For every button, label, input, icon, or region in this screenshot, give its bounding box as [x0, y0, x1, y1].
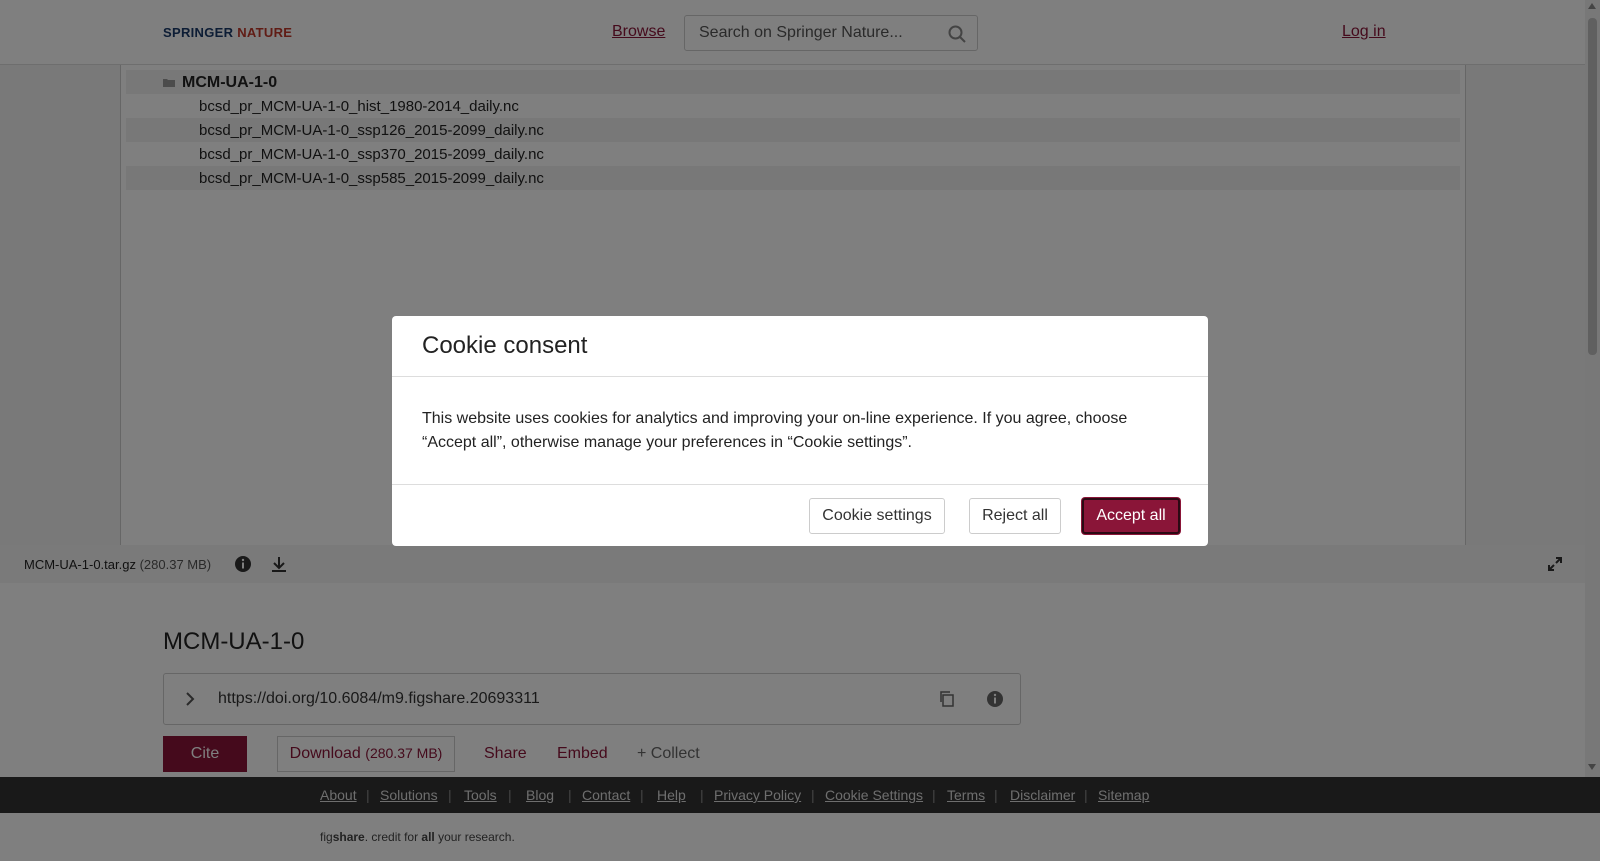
modal-divider	[392, 376, 1208, 377]
cookie-settings-button[interactable]: Cookie settings	[809, 498, 945, 534]
accept-all-button[interactable]: Accept all	[1082, 498, 1180, 534]
modal-divider	[392, 484, 1208, 485]
cookie-dialog-body: This website uses cookies for analytics …	[422, 410, 1128, 451]
reject-all-button[interactable]: Reject all	[969, 498, 1061, 534]
cookie-consent-dialog: Cookie consent This website uses cookies…	[392, 316, 1208, 546]
cookie-dialog-title: Cookie consent	[422, 332, 588, 359]
